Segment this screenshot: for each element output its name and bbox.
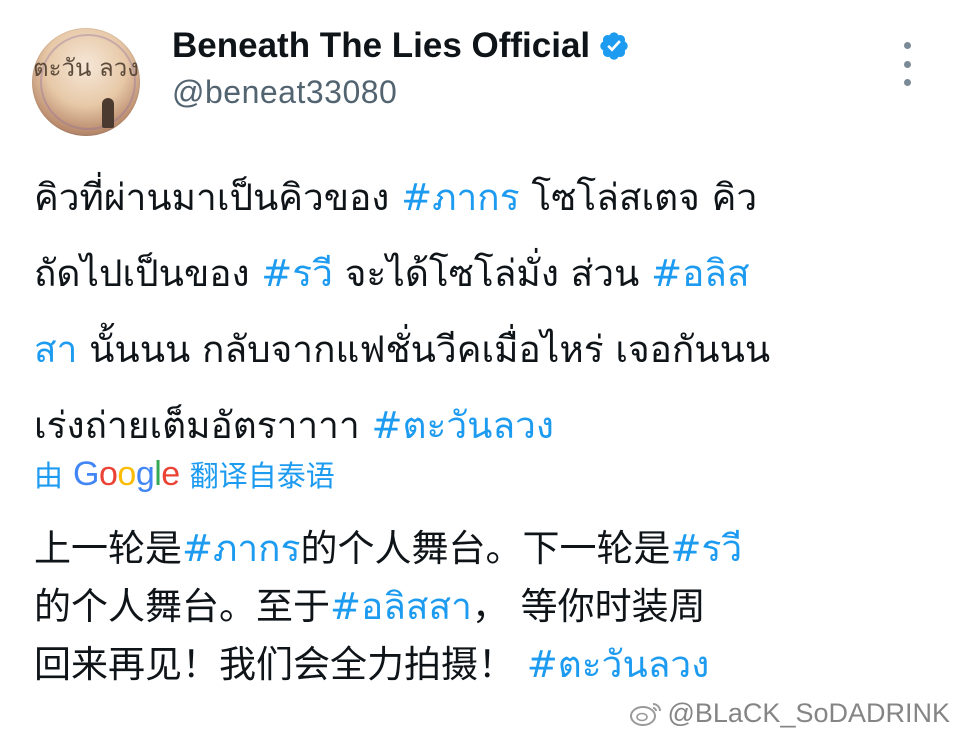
google-logo: Google [73,454,180,493]
tweet-text: คิวที่ผ่านมาเป็นคิวของ #ภากร โซโล่สเตจ ค… [34,160,934,464]
tweet-line: ถัดไปเป็นของ #รวี จะได้โซโล่มั่ง ส่วน #อ… [34,236,934,312]
translated-line: 上一轮是#ภากร的个人舞台。下一轮是#รวี [34,520,934,578]
text-segment: 的个人舞台。至于 [34,585,330,628]
text-segment: ， 等你时装周 [471,585,706,628]
text-segment: 上一轮是 [34,527,182,570]
hashtag-link[interactable]: สา [34,328,77,371]
translation-attribution[interactable]: 由 Google 翻译自泰语 [34,452,335,496]
more-vertical-icon [903,79,911,86]
watermark-text: @BLaCK_SoDADRINK [667,697,950,728]
watermark: @BLaCK_SoDADRINK [629,693,950,733]
hashtag-link[interactable]: #ตะวันลวง [372,404,555,447]
text-segment: 的个人舞台。下一轮是 [300,527,671,570]
text-segment: ถัดไปเป็นของ [34,252,262,295]
avatar-figure [102,98,114,128]
avatar-logo-text: ตะวัน ลวง [33,54,139,82]
hashtag-link[interactable]: #อลิสสา [330,585,472,628]
text-segment: เร่งถ่ายเต็มอัตราาาา [34,404,372,447]
translated-line: 回来再见！我们会全力拍摄！ #ตะวันลวง [34,636,934,694]
tweet-line: คิวที่ผ่านมาเป็นคิวของ #ภากร โซโล่สเตจ ค… [34,160,934,236]
text-segment: จะได้โซโล่มั่ง ส่วน [332,252,652,295]
more-options-button[interactable] [894,42,920,86]
hashtag-link[interactable]: #รวี [670,527,742,570]
text-segment: คิวที่ผ่านมาเป็นคิวของ [34,176,402,219]
verified-badge-icon [600,32,628,60]
author-name-row: Beneath The Lies Official [172,24,630,68]
hashtag-link[interactable]: #อลิส [651,252,749,295]
hashtag-link[interactable]: #ภากร [182,527,300,570]
more-vertical-icon [903,42,911,49]
display-name[interactable]: Beneath The Lies Official [172,26,590,66]
tweet-line: สา นั้นนน กลับจากแฟชั่นวีคเมื่อไหร่ เจอก… [34,312,934,388]
user-handle[interactable]: @beneat33080 [172,74,397,111]
more-vertical-icon [903,60,911,68]
weibo-icon [630,703,662,726]
hashtag-link[interactable]: #ตะวันลวง [527,643,710,686]
translated-text: 上一轮是#ภากร的个人舞台。下一轮是#รวี 的个人舞台。至于#อลิสสา， … [34,520,934,694]
avatar-mandala-decoration [40,34,136,130]
translation-prefix: 由 [34,459,64,493]
translation-source-label: 翻译自泰语 [189,459,335,493]
text-segment: นั้นนน กลับจากแฟชั่นวีคเมื่อไหร่ เจอกันน… [77,328,771,371]
text-segment: โซโล่สเตจ คิว [519,176,758,219]
translated-line: 的个人舞台。至于#อลิสสา， 等你时装周 [34,578,934,636]
hashtag-link[interactable]: #ภากร [401,176,519,219]
avatar[interactable]: ตะวัน ลวง [32,28,140,136]
hashtag-link[interactable]: #รวี [261,252,333,295]
text-segment: 回来再见！我们会全力拍摄！ [34,643,527,686]
